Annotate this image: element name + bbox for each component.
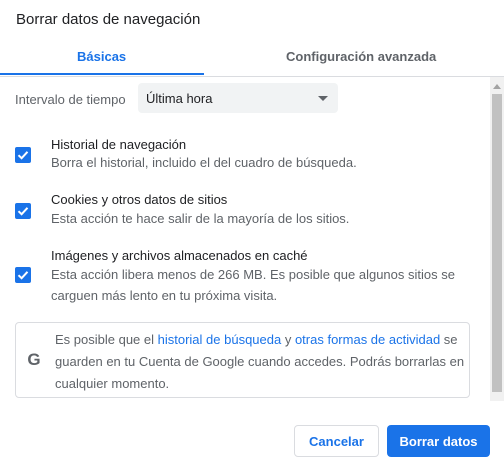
option-title-cache: Imágenes y archivos almacenados en caché bbox=[51, 248, 308, 263]
dialog-title: Borrar datos de navegación bbox=[16, 11, 201, 28]
scroll-up-icon[interactable] bbox=[493, 84, 501, 89]
checkbox-browsing-history[interactable] bbox=[15, 147, 31, 163]
clear-data-button[interactable]: Borrar datos bbox=[387, 425, 490, 457]
cancel-button[interactable]: Cancelar bbox=[294, 425, 379, 457]
footer-divider bbox=[0, 401, 504, 402]
option-desc-cache: Esta acción libera menos de 266 MB. Es p… bbox=[51, 267, 455, 303]
time-range-select[interactable]: Última hora bbox=[138, 83, 338, 113]
time-range-value: Última hora bbox=[146, 91, 213, 106]
active-tab-indicator bbox=[0, 73, 204, 75]
option-desc-browsing-history: Borra el historial, incluido el del cuad… bbox=[51, 155, 357, 170]
dialog-content: Intervalo de tiempo Última hora Historia… bbox=[0, 77, 490, 401]
check-icon bbox=[17, 151, 29, 160]
tab-advanced[interactable]: Configuración avanzada bbox=[286, 49, 436, 64]
google-g-icon: G bbox=[27, 350, 41, 369]
option-title-browsing-history: Historial de navegación bbox=[51, 137, 187, 152]
google-account-info: G Es posible que el historial de búsqued… bbox=[15, 322, 470, 398]
check-icon bbox=[17, 207, 29, 216]
option-title-cookies: Cookies y otros datos de sitios bbox=[51, 192, 228, 207]
option-desc-cookies: Esta acción te hace salir de la mayoría … bbox=[51, 211, 350, 226]
scrollbar[interactable] bbox=[490, 77, 504, 401]
info-text: Es posible que el historial de búsqueda … bbox=[55, 329, 465, 395]
time-range-label: Intervalo de tiempo bbox=[15, 92, 126, 107]
check-icon bbox=[17, 271, 29, 280]
search-history-link[interactable]: historial de búsqueda bbox=[158, 332, 282, 347]
scrollbar-thumb[interactable] bbox=[492, 94, 502, 392]
tab-basic[interactable]: Básicas bbox=[77, 49, 126, 64]
caret-down-icon bbox=[318, 96, 328, 101]
checkbox-cache[interactable] bbox=[15, 267, 31, 283]
checkbox-cookies[interactable] bbox=[15, 203, 31, 219]
info-text-part: y bbox=[281, 332, 295, 347]
other-activity-link[interactable]: otras formas de actividad bbox=[295, 332, 440, 347]
info-text-part: Es posible que el bbox=[55, 332, 158, 347]
